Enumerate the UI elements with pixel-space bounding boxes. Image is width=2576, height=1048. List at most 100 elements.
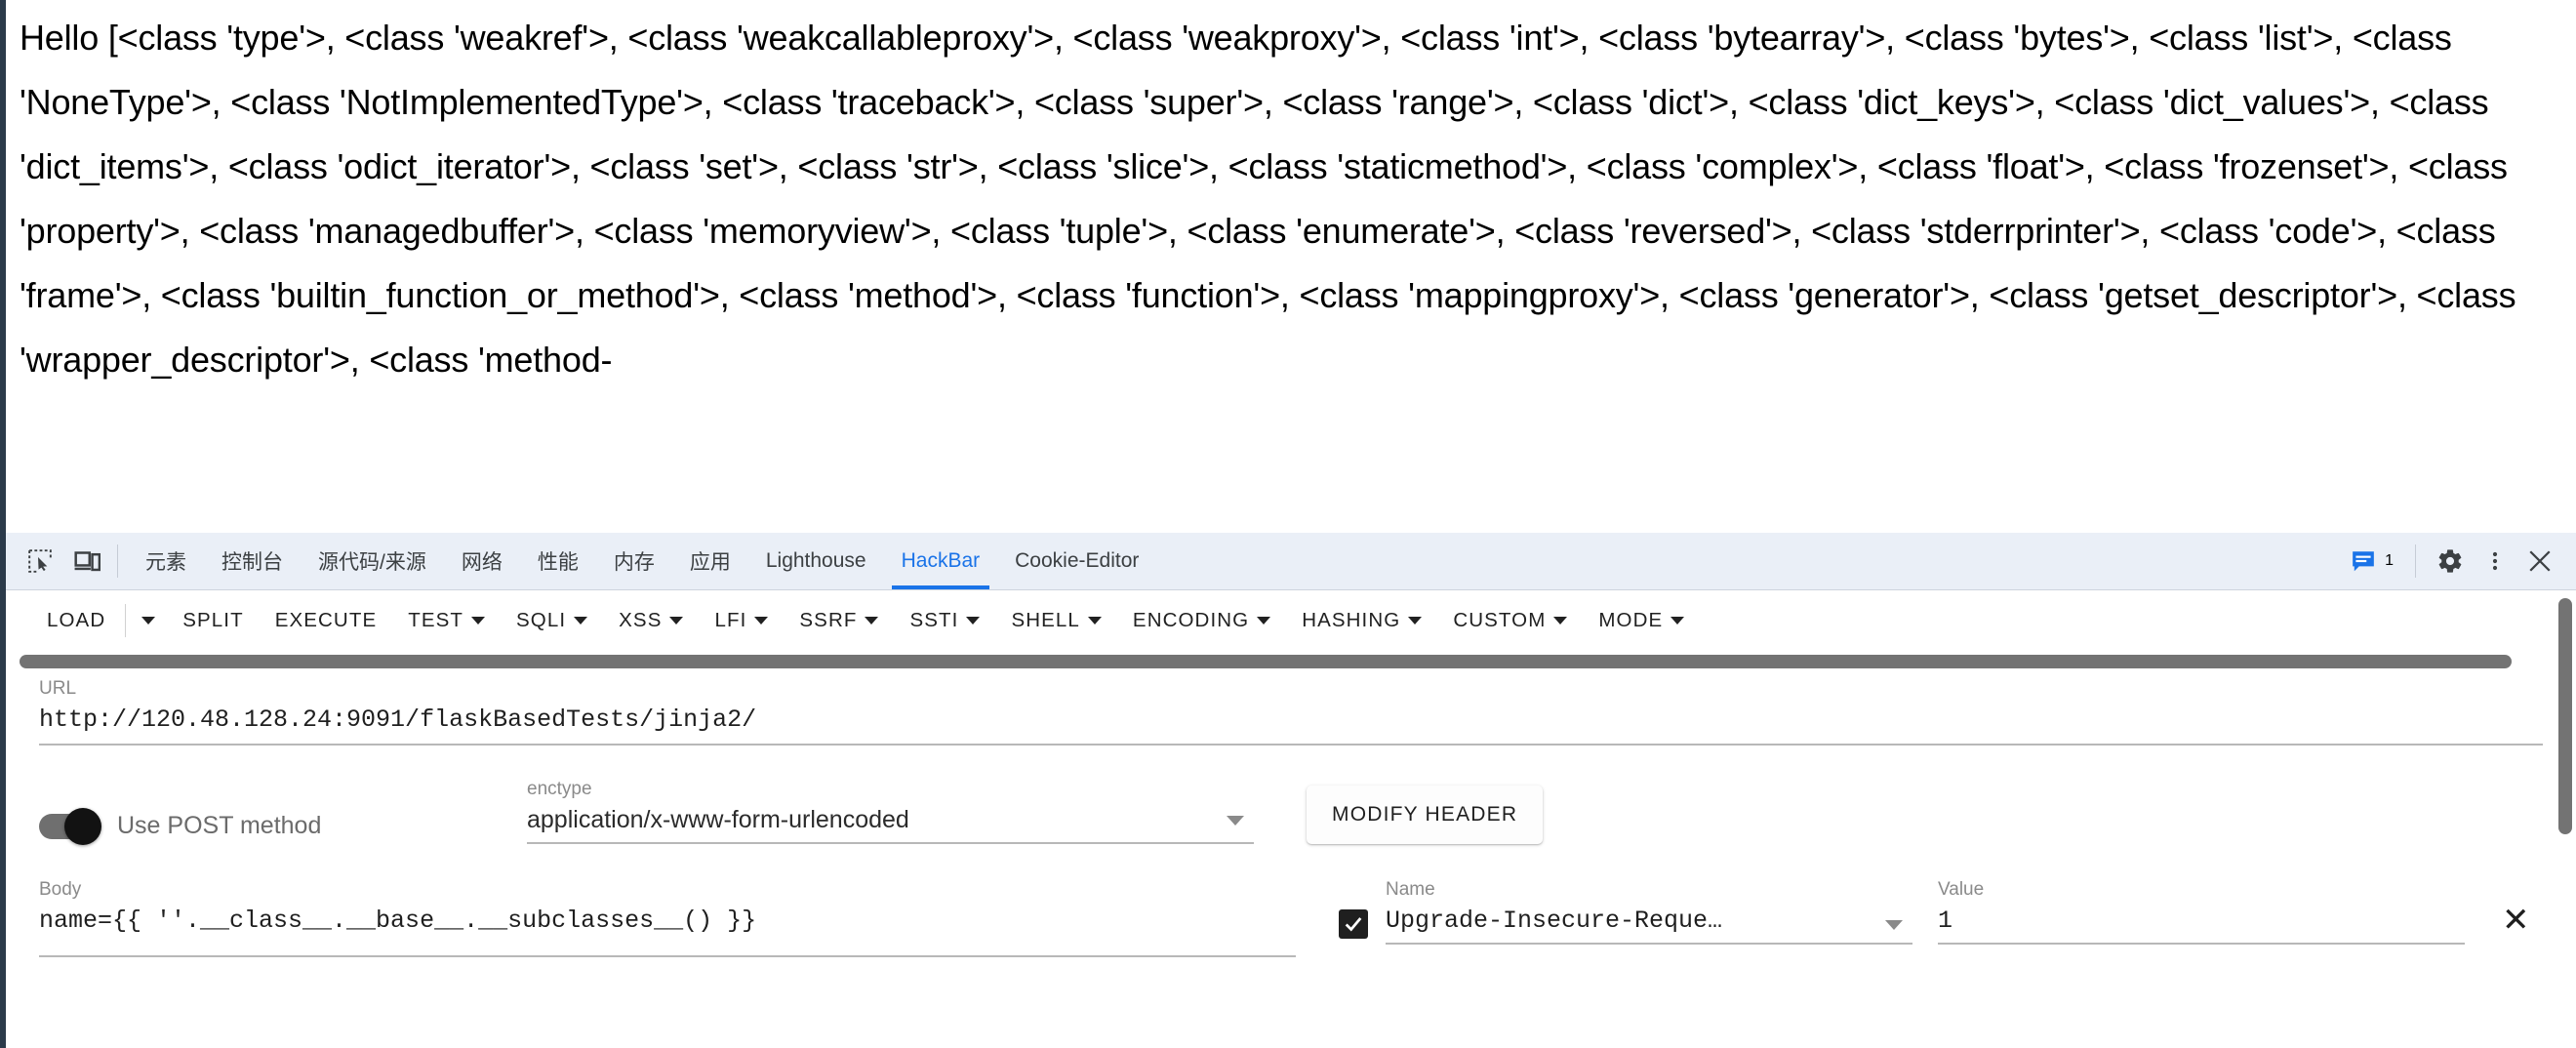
tab-memory[interactable]: 内存 (596, 533, 672, 589)
tabbar-divider (117, 544, 118, 578)
tab-elements[interactable]: 元素 (128, 533, 204, 589)
inspect-element-icon[interactable] (20, 541, 60, 582)
hackbar-hashing-button[interactable]: HASHING (1286, 599, 1437, 642)
hackbar-test-label: TEST (408, 609, 464, 631)
hackbar-lfi-label: LFI (714, 609, 747, 631)
toggle-knob (64, 807, 101, 845)
enctype-selected-value: application/x-www-form-urlencoded (527, 806, 909, 833)
header-value-group: Value 1 (1938, 879, 2465, 945)
device-toolbar-icon-glyph (73, 550, 101, 571)
page-viewport: Hello [<class 'type'>, <class 'weakref'>… (0, 0, 2576, 533)
chevron-down-icon (141, 617, 156, 625)
header-entry-row: Name Upgrade-Insecure-Reque… Value 1 ✕ (1339, 879, 2543, 945)
hackbar-test-button[interactable]: TEST (392, 599, 501, 642)
url-label: URL (39, 678, 77, 699)
devtools-tabbar: 元素 控制台 源代码/来源 网络 性能 内存 应用 Lighthouse Hac… (6, 533, 2576, 590)
enctype-label: enctype (527, 779, 592, 799)
tabbar-divider-right (2415, 544, 2416, 578)
body-label: Body (39, 879, 82, 900)
body-and-headers-row: Body name={{ ''.__class__.__base__.__sub… (39, 879, 2543, 957)
enctype-select[interactable]: application/x-www-form-urlencoded (527, 806, 1254, 844)
hackbar-toolbar: LOAD SPLIT EXECUTE TEST SQLI XSS LFI SSR… (6, 590, 2576, 651)
header-enabled-checkbox[interactable] (1339, 909, 1368, 939)
chevron-down-icon (865, 617, 879, 625)
header-value-label: Value (1938, 879, 1985, 900)
hackbar-xss-button[interactable]: XSS (603, 599, 699, 642)
header-name-select[interactable]: Upgrade-Insecure-Reque… (1386, 907, 1912, 945)
hackbar-shell-button[interactable]: SHELL (995, 599, 1116, 642)
chevron-down-icon (1553, 617, 1568, 625)
hackbar-custom-button[interactable]: CUSTOM (1437, 599, 1583, 642)
header-name-label: Name (1386, 879, 1435, 900)
device-toolbar-icon[interactable] (66, 541, 107, 582)
hackbar-ssti-label: SSTI (909, 609, 959, 631)
hackbar-ssrf-label: SSRF (799, 609, 858, 631)
tab-console[interactable]: 控制台 (204, 533, 301, 589)
chevron-down-icon (1408, 617, 1423, 625)
devtools-tabbar-left (6, 533, 107, 589)
tab-network[interactable]: 网络 (444, 533, 520, 589)
devtools-panel: 元素 控制台 源代码/来源 网络 性能 内存 应用 Lighthouse Hac… (0, 533, 2576, 1048)
header-value-wrap: 1 (1938, 907, 2465, 945)
tab-cookie-editor[interactable]: Cookie-Editor (997, 533, 1156, 589)
hackbar-load-divider (125, 604, 127, 637)
remove-header-icon[interactable]: ✕ (2490, 898, 2542, 943)
kebab-icon-glyph (2492, 551, 2498, 571)
chevron-down-icon (1885, 919, 1903, 930)
hackbar-panel: LOAD SPLIT EXECUTE TEST SQLI XSS LFI SSR… (6, 590, 2576, 1048)
chevron-down-icon (966, 617, 981, 625)
hackbar-mode-button[interactable]: MODE (1583, 599, 1700, 642)
hackbar-toolbar-hscrollbar-thumb[interactable] (20, 655, 2512, 668)
hackbar-xss-label: XSS (619, 609, 663, 631)
chevron-down-icon (471, 617, 486, 625)
tab-lighthouse[interactable]: Lighthouse (748, 533, 884, 589)
chevron-down-icon (1670, 617, 1685, 625)
hackbar-mode-label: MODE (1598, 609, 1664, 631)
tab-sources[interactable]: 源代码/来源 (301, 533, 444, 589)
body-field-group: Body name={{ ''.__class__.__base__.__sub… (39, 879, 1296, 957)
tab-application[interactable]: 应用 (672, 533, 748, 589)
modify-header-button[interactable]: MODIFY HEADER (1307, 786, 1544, 844)
hackbar-ssti-button[interactable]: SSTI (894, 599, 995, 642)
hackbar-toolbar-hscrollbar[interactable] (20, 655, 2562, 668)
hackbar-load-button[interactable]: LOAD (31, 599, 121, 642)
chevron-down-icon (754, 617, 769, 625)
chevron-down-icon (1257, 617, 1271, 625)
use-post-method-toggle[interactable] (39, 807, 101, 845)
hackbar-load-dropdown-button[interactable] (130, 607, 167, 634)
close-icon[interactable] (2519, 541, 2560, 582)
header-name-input: Upgrade-Insecure-Reque… (1386, 907, 1723, 935)
header-value-input[interactable]: 1 (1938, 907, 1952, 943)
chevron-down-icon (574, 617, 588, 625)
hackbar-lfi-button[interactable]: LFI (699, 599, 784, 642)
chevron-down-icon (1087, 617, 1102, 625)
message-count-button[interactable]: 1 (2343, 541, 2401, 582)
url-field-group: URL http://120.48.128.24:9091/flaskBased… (39, 678, 2543, 746)
hackbar-execute-button[interactable]: EXECUTE (260, 599, 393, 642)
close-icon-glyph (2529, 550, 2551, 572)
check-icon (1345, 917, 1362, 932)
enctype-field-group: enctype application/x-www-form-urlencode… (527, 779, 1254, 844)
message-count-label: 1 (2385, 552, 2394, 569)
message-icon (2353, 551, 2374, 572)
url-input[interactable]: http://120.48.128.24:9091/flaskBasedTest… (39, 705, 2543, 746)
tab-performance[interactable]: 性能 (520, 533, 596, 589)
browser-window: Hello [<class 'type'>, <class 'weakref'>… (0, 0, 2576, 1048)
use-post-method-label: Use POST method (117, 812, 322, 839)
use-post-method-group: Use POST method (39, 807, 527, 845)
gear-icon[interactable] (2430, 541, 2471, 582)
hackbar-ssrf-button[interactable]: SSRF (784, 599, 894, 642)
hackbar-sqli-label: SQLI (516, 609, 567, 631)
hackbar-split-button[interactable]: SPLIT (167, 599, 259, 642)
tab-hackbar[interactable]: HackBar (884, 533, 998, 589)
hackbar-vertical-scrollbar-thumb[interactable] (2558, 598, 2572, 834)
body-input[interactable]: name={{ ''.__class__.__base__.__subclass… (39, 907, 1296, 957)
hackbar-encoding-label: ENCODING (1132, 609, 1250, 631)
hackbar-form: URL http://120.48.128.24:9091/flaskBased… (6, 651, 2576, 957)
hackbar-shell-label: SHELL (1011, 609, 1080, 631)
hackbar-sqli-button[interactable]: SQLI (501, 599, 603, 642)
more-options-kebab-icon[interactable] (2475, 541, 2516, 582)
devtools-tab-list: 元素 控制台 源代码/来源 网络 性能 内存 应用 Lighthouse Hac… (128, 533, 2343, 589)
hackbar-encoding-button[interactable]: ENCODING (1117, 599, 1286, 642)
method-and-enctype-row: Use POST method enctype application/x-ww… (39, 779, 2543, 845)
